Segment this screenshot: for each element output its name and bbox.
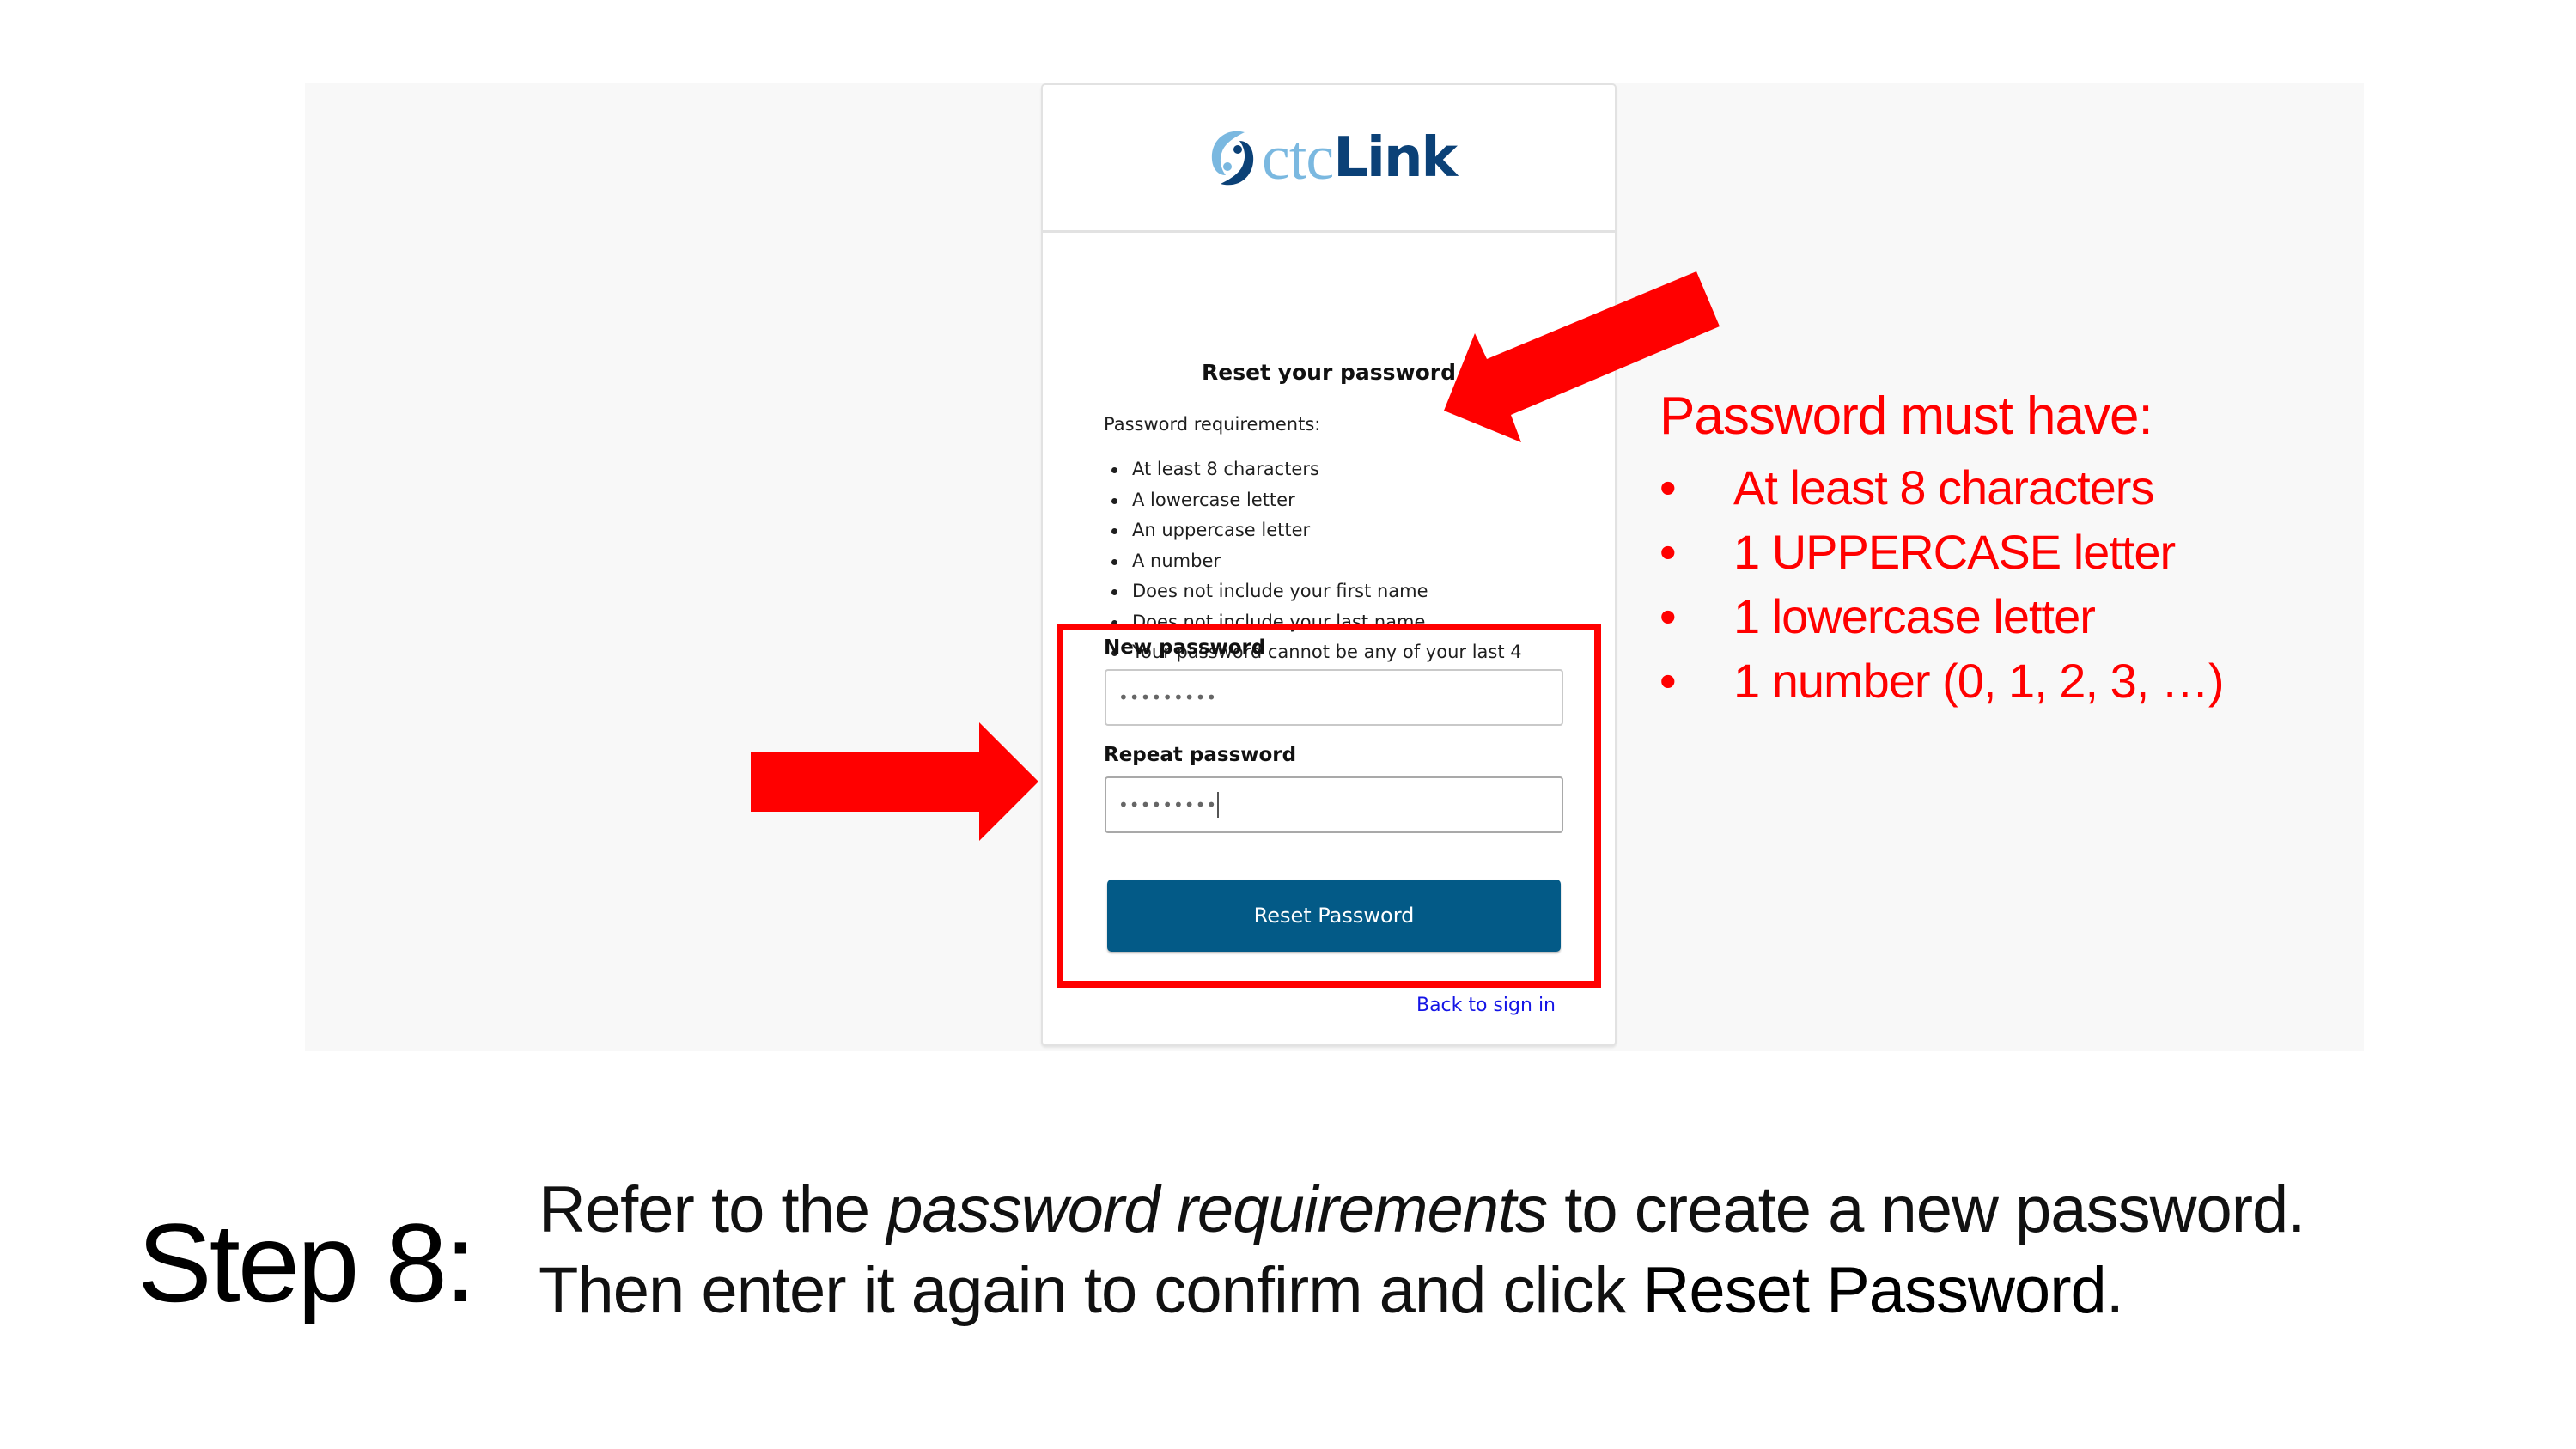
repeat-password-input[interactable]: ••••••••• [1105, 776, 1563, 833]
instruction-text: Then enter it again to confirm and click [539, 1254, 1643, 1327]
back-to-sign-in-link[interactable]: Back to sign in [1416, 995, 1556, 1016]
annotation-item: At least 8 characters [1659, 455, 2223, 520]
requirement-item: At least 8 characters [1104, 454, 1585, 485]
instruction-button-reference: Reset Password [1642, 1254, 2106, 1327]
instruction-emphasis: password requirements [886, 1173, 1548, 1246]
instruction-line-1: Refer to the password requirements to cr… [539, 1170, 2305, 1251]
reset-password-card: ctc Link Reset your password Password re… [1041, 83, 1617, 1046]
swirl-logo-icon [1211, 131, 1254, 186]
annotation-list: At least 8 characters 1 UPPERCASE letter… [1659, 455, 2224, 713]
annotation-title: Password must have: [1659, 387, 2153, 446]
new-password-value: ••••••••• [1118, 687, 1218, 708]
new-password-label: New password [1104, 636, 1266, 659]
annotation-item: 1 lowercase letter [1659, 584, 2223, 648]
instruction-text: Refer to the [539, 1173, 887, 1246]
page-title: Reset your password [1201, 360, 1457, 385]
requirement-item: Does not include your last name [1104, 607, 1585, 638]
annotation-item: 1 UPPERCASE letter [1659, 520, 2223, 584]
requirement-item: A number [1104, 546, 1585, 577]
repeat-password-label: Repeat password [1104, 744, 1297, 766]
step-instructions: Refer to the password requirements to cr… [539, 1170, 2305, 1331]
instruction-text: to create a new password. [1547, 1173, 2305, 1246]
logo-text-ctc: ctc [1262, 123, 1334, 193]
step-number: Step 8: [137, 1200, 476, 1325]
annotation-item: 1 number (0, 1, 2, 3, …) [1659, 648, 2224, 713]
card-header: ctc Link [1043, 85, 1615, 233]
instruction-text: . [2105, 1254, 2124, 1327]
requirement-item: A lowercase letter [1104, 485, 1585, 516]
password-rules-annotation: Password must have: At least 8 character… [1659, 378, 2224, 713]
requirements-list: At least 8 characters A lowercase letter… [1104, 454, 1585, 698]
reset-password-button[interactable]: Reset Password [1107, 880, 1561, 952]
text-caret [1217, 792, 1220, 818]
new-password-input[interactable]: ••••••••• [1105, 669, 1563, 726]
ctclink-logo: ctc Link [1207, 123, 1458, 193]
repeat-password-value: ••••••••• [1118, 795, 1218, 815]
logo-text-link: Link [1333, 126, 1458, 190]
requirements-heading: Password requirements: [1104, 414, 1321, 435]
requirement-item: Does not include your first name [1104, 576, 1585, 607]
requirement-item: An uppercase letter [1104, 515, 1585, 546]
instruction-line-2: Then enter it again to confirm and click… [539, 1251, 2305, 1331]
